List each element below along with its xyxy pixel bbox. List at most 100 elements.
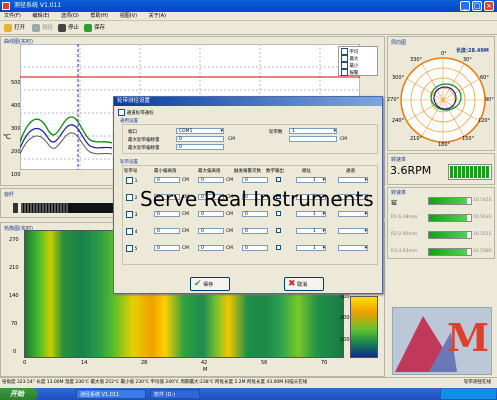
menu-help[interactable]: 帮助(H) <box>90 13 108 19</box>
reading-label-2: R2:2.90mm <box>391 232 418 237</box>
thermal-xtick-14: 14 <box>81 360 88 366</box>
strip-panel-title: 窗纤 <box>4 192 15 198</box>
row-digital-checkbox[interactable] <box>276 228 281 233</box>
thermal-xtick-28: 28 <box>141 360 148 366</box>
dialog-title: 轮带测径设置 <box>114 97 382 106</box>
strip-marker <box>13 203 18 213</box>
max-offset-label-2: 最大轮带偏移量 <box>128 146 160 151</box>
minimize-button[interactable]: _ <box>460 1 470 11</box>
legend-alarm[interactable]: 报警 <box>341 69 358 76</box>
row-digital-checkbox[interactable] <box>276 245 281 250</box>
stop-button[interactable]: 停止 <box>58 23 79 33</box>
row-count-input[interactable]: 0 <box>242 177 268 183</box>
row-channel-select[interactable] <box>338 245 368 251</box>
close-button[interactable]: × <box>484 1 494 11</box>
wheel-count-label: 轮带数 <box>269 130 283 135</box>
row-channel-select[interactable] <box>338 228 368 234</box>
title-bar: 测径系统 V1.011 _ □ × <box>0 0 497 12</box>
menu-options[interactable]: 选项(O) <box>61 13 79 19</box>
menu-about[interactable]: 关于(A) <box>149 13 166 19</box>
row-min-input[interactable]: 0 <box>154 177 180 183</box>
menu-edit[interactable]: 编辑(E) <box>32 13 49 19</box>
row-max-input[interactable]: 0 <box>198 177 224 183</box>
row-min-unit: CM <box>182 246 190 251</box>
row-addr-select[interactable]: 1 <box>296 228 326 234</box>
row-addr-select[interactable]: 1 <box>296 177 326 183</box>
enable-label: 通道标带通标 <box>126 111 154 116</box>
speed-meter <box>448 164 492 180</box>
row-addr-select[interactable]: 1 <box>296 245 326 251</box>
row-enable-checkbox[interactable]: 2 <box>126 194 137 201</box>
legend-max[interactable]: 最大 <box>341 55 358 62</box>
color-scale <box>350 296 378 358</box>
thermal-ytick-0: 0 <box>13 349 17 355</box>
legend-min[interactable]: 最小 <box>341 62 358 69</box>
system-tray <box>440 389 496 399</box>
task-app[interactable]: 测径系统 V1.011 <box>76 389 146 399</box>
row-enable-checkbox[interactable]: 1 <box>126 177 137 184</box>
row-enable-checkbox[interactable]: 5 <box>126 245 137 252</box>
polar-angle-270: 270° <box>387 97 400 103</box>
status-right: 轮带测径在线 <box>464 380 491 385</box>
max-offset-input-3[interactable] <box>289 136 337 142</box>
task-drive[interactable]: 软件 (D:) <box>150 389 200 399</box>
max-offset-input-1[interactable]: 0 <box>176 136 224 142</box>
col-addr: 端址 <box>302 169 311 174</box>
col-min: 最小偏离值 <box>154 169 177 174</box>
dialog-save-button[interactable]: ✔ 保存 <box>190 277 230 291</box>
max-offset-input-2[interactable]: 0 <box>176 144 224 150</box>
polar-angle-330: 330° <box>410 57 423 63</box>
thermal-ytick-140: 140 <box>9 293 19 299</box>
wheel-count-select[interactable]: 1 <box>289 128 337 134</box>
reading-value-3: 16.558S <box>473 249 492 254</box>
row-enable-checkbox[interactable]: 3 <box>126 211 137 218</box>
polar-angle-240: 240° <box>392 118 405 124</box>
reading-meter-0 <box>428 197 472 205</box>
speed-panel-title: 转速率 <box>391 157 407 163</box>
row-count-input[interactable]: 0 <box>242 245 268 251</box>
row-min-input[interactable]: 0 <box>154 245 180 251</box>
polar-angle-300: 300° <box>392 75 405 81</box>
row-channel-select[interactable] <box>338 177 368 183</box>
open-button[interactable]: 打开 <box>4 23 25 33</box>
watermark: Serve Real Instruments <box>140 187 374 211</box>
close-icon: ✖ <box>288 279 296 289</box>
app-title: 测径系统 V1.011 <box>14 2 62 9</box>
menu-bar: 文件(F) 编辑(E) 选项(O) 帮助(H) 视图(V) 关于(A) <box>0 12 497 21</box>
reading-value-0: 16.541S <box>473 198 492 203</box>
menu-view[interactable]: 视图(V) <box>120 13 137 19</box>
speed-panel: 转速率 3.6RPM <box>387 153 495 185</box>
reading-label-3: R3:4.93mm <box>391 249 418 254</box>
col-digital: 数字输出 <box>266 169 284 174</box>
row-min-unit: CM <box>182 178 190 183</box>
legend-avg[interactable]: 平均 <box>341 48 358 55</box>
row-min-input[interactable]: 0 <box>154 228 180 234</box>
row-min-unit: CM <box>182 229 190 234</box>
max-offset-label-1: 最大轮带偏移量 <box>128 138 160 143</box>
max-offset-unit-1: CM <box>228 137 236 142</box>
col-count: 触发报警次数 <box>234 169 261 174</box>
strip-bar <box>21 203 117 213</box>
status-text: 窑角度 323.54° 长度 13.00M 温度 236℃ 最大值 252℃ 最… <box>2 380 308 385</box>
scale-tick-100: 100 <box>340 337 350 343</box>
reading-label-0: 窑 <box>391 200 398 207</box>
row-count-input[interactable]: 0 <box>242 228 268 234</box>
max-offset-unit-2: CM <box>340 137 348 142</box>
temperature-unit: ℃ <box>3 133 11 141</box>
play-icon <box>32 23 40 32</box>
maximize-button[interactable]: □ <box>472 1 482 11</box>
row-max-input[interactable]: 0 <box>198 228 224 234</box>
readings-panel: 转速率 窑 16.541S R1:6.38mm 16.563S R2:2.90m… <box>387 187 495 259</box>
checkmark-icon: ✔ <box>194 279 202 289</box>
row-digital-checkbox[interactable] <box>276 177 281 182</box>
folder-icon <box>4 23 12 32</box>
menu-file[interactable]: 文件(F) <box>4 13 21 19</box>
row-max-input[interactable]: 0 <box>198 245 224 251</box>
port-select[interactable]: COM1 <box>176 128 224 134</box>
dialog-cancel-button[interactable]: ✖ 取消 <box>284 277 324 291</box>
save-button[interactable]: 保存 <box>84 23 105 33</box>
start-button[interactable]: 开始 <box>0 388 38 400</box>
enable-option[interactable]: 通道标带通标 <box>118 109 154 116</box>
measure-button[interactable]: 测径 <box>32 23 53 33</box>
row-enable-checkbox[interactable]: 4 <box>126 228 137 235</box>
